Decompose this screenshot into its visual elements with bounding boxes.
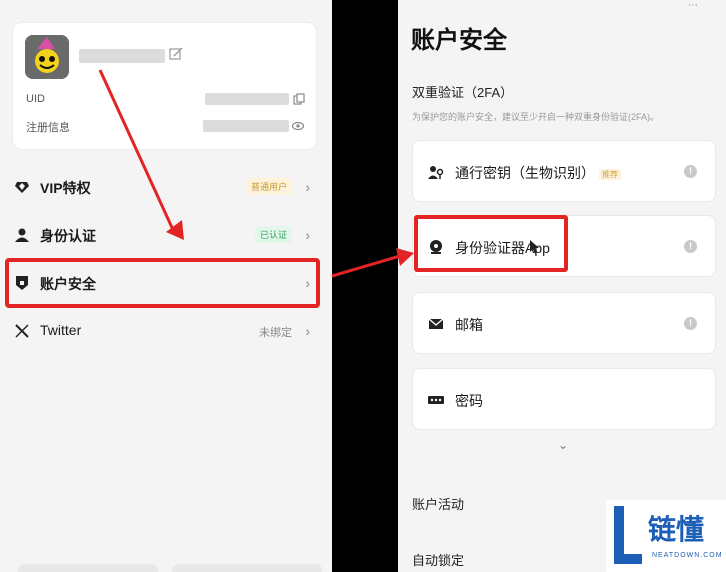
password-icon — [428, 396, 444, 404]
chevron-right-icon: › — [305, 227, 310, 243]
option-label: 通行密钥（生物识别） 推荐 — [455, 163, 621, 183]
menu-label-twitter: Twitter — [40, 322, 82, 338]
status-bar-fragment: ⋯ — [688, 0, 698, 11]
passkey-icon — [428, 166, 444, 179]
x-logo-icon — [15, 324, 29, 338]
auto-lock-link[interactable]: 自动锁定 — [412, 550, 464, 569]
diamond-icon — [15, 182, 29, 193]
menu-label-identity: 身份认证 — [40, 228, 96, 244]
watermark-subtitle: NEATDOWN.COM — [652, 552, 723, 559]
mail-icon — [428, 318, 444, 329]
option-passkey[interactable]: 通行密钥（生物识别） 推荐 ! — [412, 140, 716, 202]
registration-value-redacted — [203, 120, 289, 132]
info-icon[interactable]: ! — [684, 240, 697, 253]
uid-value-redacted — [205, 93, 289, 105]
section-title-2fa: 双重验证（2FA） — [412, 85, 514, 100]
section-description: 为保护您的账户安全，建议至少开启一种双重身份验证(2FA)。 — [412, 112, 660, 122]
option-email[interactable]: 邮箱 ! — [412, 292, 716, 354]
registration-label: 注册信息 — [26, 122, 70, 134]
menu-item-twitter[interactable]: Twitter 未绑定 › — [0, 308, 332, 354]
option-label: 密码 — [455, 393, 483, 409]
bottom-tab-right[interactable] — [172, 564, 322, 572]
eye-icon[interactable] — [292, 120, 304, 132]
person-icon — [15, 228, 29, 242]
info-icon[interactable]: ! — [684, 317, 697, 330]
menu-item-vip[interactable]: VIP特权 普通用户 › — [0, 164, 332, 210]
copy-icon[interactable] — [293, 93, 305, 105]
uid-label: UID — [26, 93, 45, 105]
chevron-down-icon[interactable]: ⌄ — [558, 438, 568, 452]
bottom-tab-left[interactable] — [18, 564, 158, 572]
highlight-box-account-security — [5, 258, 320, 308]
page-title: 账户安全 — [411, 27, 507, 54]
watermark-title: 链懂 — [648, 514, 705, 545]
arrow-line-right — [331, 254, 401, 278]
avatar[interactable] — [25, 35, 69, 79]
recommended-badge: 推荐 — [599, 168, 621, 180]
menu-label-vip: VIP特权 — [40, 180, 91, 196]
option-password[interactable]: 密码 — [412, 368, 716, 430]
option-label: 邮箱 — [455, 317, 483, 333]
account-security-panel: 账户安全 双重验证（2FA） 为保护您的账户安全，建议至少开启一种双重身份验证(… — [398, 0, 726, 572]
username-redacted — [79, 49, 165, 63]
watermark-logo-icon — [614, 506, 642, 564]
chevron-right-icon: › — [305, 179, 310, 195]
profile-card: UID 注册信息 — [12, 22, 317, 150]
chevron-right-icon: › — [305, 323, 310, 339]
menu-item-identity[interactable]: 身份认证 已认证 › — [0, 212, 332, 258]
info-icon[interactable]: ! — [684, 165, 697, 178]
user-level-badge: 普通用户 — [245, 178, 292, 195]
highlight-box-authenticator-app — [414, 215, 568, 272]
twitter-status: 未绑定 — [259, 327, 292, 339]
watermark: 链懂 NEATDOWN.COM — [606, 500, 726, 572]
edit-icon[interactable] — [169, 47, 183, 61]
account-activity-link[interactable]: 账户活动 — [412, 494, 464, 513]
verified-badge: 已认证 — [254, 226, 292, 243]
